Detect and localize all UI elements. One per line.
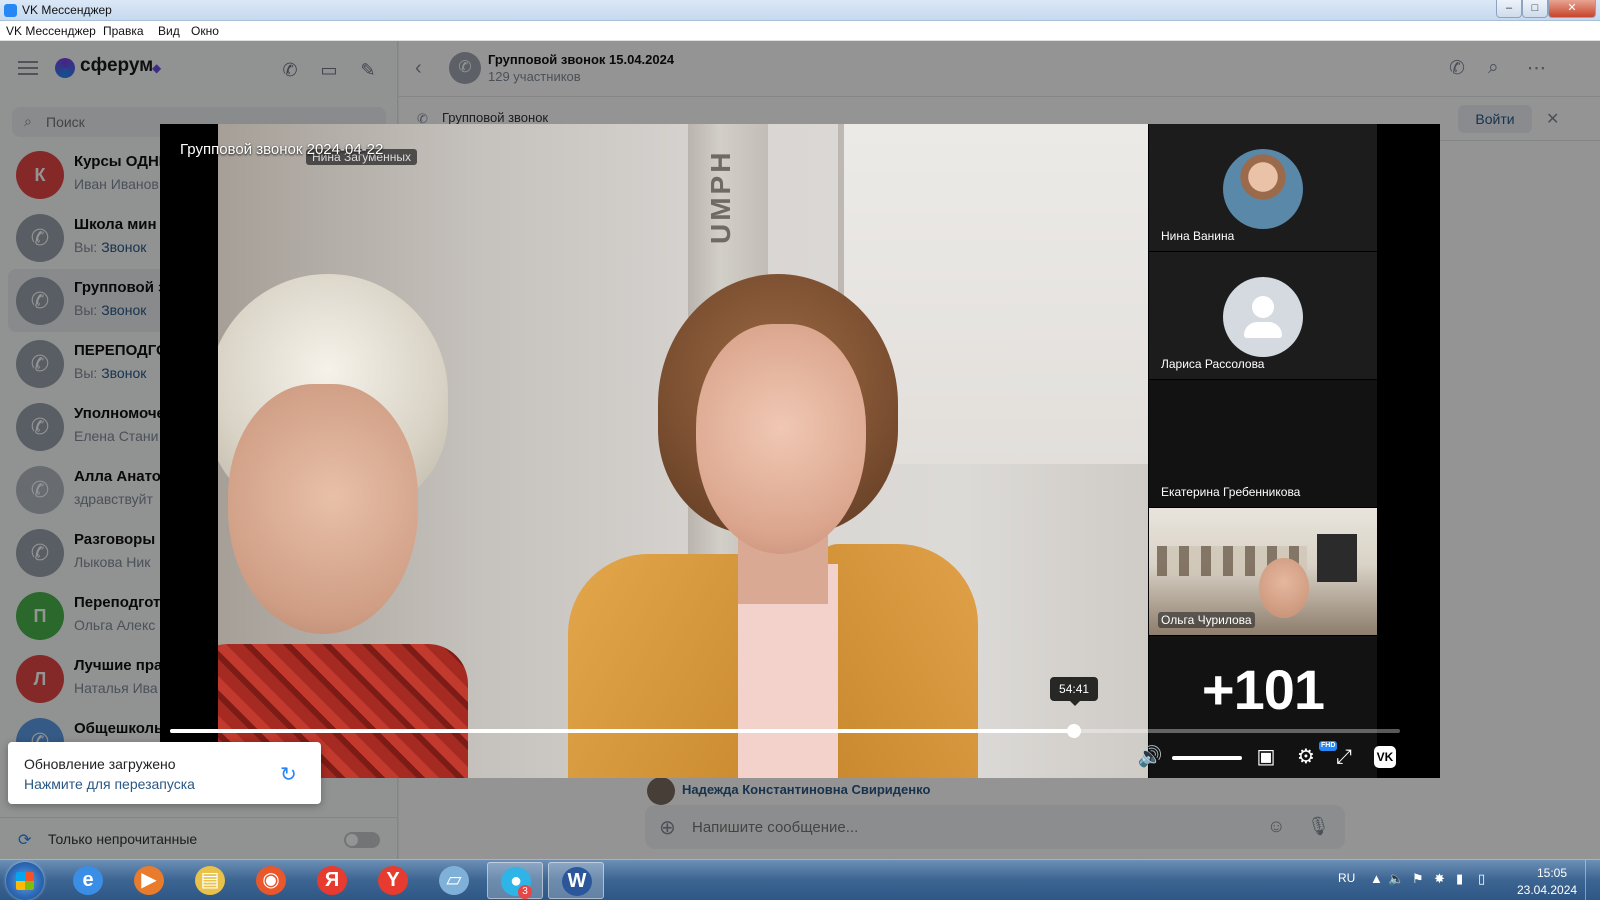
fullscreen-icon[interactable]: ⤢ [1331,744,1357,770]
participant-tile[interactable]: Екатерина Гребенникова [1149,380,1377,508]
show-desktop-button[interactable] [1585,860,1600,900]
yandex-browser-icon: Y [378,866,408,895]
update-notification: Обновление загружено Нажмите для перезап… [8,742,321,804]
vk-logo-icon[interactable]: VK [1374,746,1396,768]
media-icon: ▶ [134,866,164,895]
menu-window[interactable]: Окно [191,24,219,38]
window-title: VK Мессенджер [22,3,112,17]
subtitles-icon[interactable]: ▣ [1253,744,1279,770]
camera-person [1259,558,1309,618]
language-indicator[interactable]: RU [1338,871,1355,885]
close-button[interactable]: ✕ [1548,0,1596,18]
taskbar-app-yandex[interactable]: Я [304,862,360,899]
taskbar-app-firefox[interactable]: ◉ [243,862,299,899]
participant-tile[interactable]: Нина Ванина [1149,124,1377,252]
taskbar-app-word[interactable]: W [548,862,604,899]
network-tray-icon[interactable]: ▮ [1456,871,1463,887]
participant-tile-camera[interactable]: Ольга Чурилова [1149,508,1377,636]
update-title: Обновление загружено [24,756,176,772]
participant-tile[interactable]: Лариса Рассолова [1149,252,1377,380]
taskbar-app-media[interactable]: ▶ [121,862,177,899]
more-participants-count[interactable]: +101 [1149,657,1377,722]
default-user-icon [1223,277,1303,357]
flag-tray-icon[interactable]: ⚑ [1412,871,1424,887]
seek-handle[interactable] [1067,724,1082,738]
participant-name: Нина Ванина [1161,229,1235,243]
taskbar-app-explorer[interactable]: ▤ [182,862,238,899]
taskbar-app-messenger[interactable]: ● 3 [487,862,543,899]
reload-icon[interactable]: ↻ [280,762,297,787]
video-person-left-face [228,384,418,634]
battery-tray-icon[interactable]: ▯ [1478,871,1485,887]
menu-app[interactable]: VK Мессенджер [6,24,96,38]
windows-logo-icon [16,872,34,890]
start-button[interactable] [6,862,44,900]
windows-taskbar: e ▶ ▤ ◉ Я Y ▱ ● 3 W RU ▲ 🔈 ⚑ ✸ ▮ ▯ 15:05 23.04.20… [0,859,1600,900]
video-player: UMPH Нина Загуменных Групповой звонок 20… [160,124,1440,778]
participant-name: Екатерина Гребенникова [1161,485,1301,499]
video-person-right-jacket-side [818,544,978,778]
participant-name: Лариса Рассолова [1161,357,1265,371]
settings-gear-icon[interactable]: ⚙ [1293,744,1319,770]
explorer-icon: ▤ [195,866,225,895]
clock-date[interactable]: 23.04.2024 [1517,883,1577,897]
video-door-lettering: UMPH [705,149,736,244]
participant-avatar [1223,149,1303,229]
security-tray-icon[interactable]: ✸ [1434,871,1445,887]
ie-icon: e [73,866,103,895]
menu-edit[interactable]: Правка [103,24,144,38]
participant-name: Ольга Чурилова [1158,612,1255,628]
tray-expand-icon[interactable]: ▲ [1370,871,1383,886]
seek-bar[interactable] [170,724,1400,738]
speaker-video[interactable]: UMPH Нина Загуменных [218,124,1148,778]
word-icon: W [562,867,592,896]
notes-icon: ▱ [439,866,469,895]
video-person-right-face [696,324,866,554]
seek-time-tooltip: 54:41 [1050,677,1099,706]
recording-title: Групповой звонок 2024-04-22 [180,141,384,158]
camera-monitor [1317,534,1357,582]
maximize-button[interactable]: □ [1522,0,1548,18]
volume-icon[interactable]: 🔊 [1137,744,1163,770]
menu-bar: VK Мессенджер Правка Вид Окно [0,21,1600,41]
speaker-tray-icon[interactable]: 🔈 [1388,871,1404,887]
seek-bar-fill [170,729,1075,733]
restart-link[interactable]: Нажмите для перезапуска [24,776,195,792]
minimize-button[interactable]: – [1496,0,1522,18]
unread-badge: 3 [518,885,532,899]
firefox-icon: ◉ [256,866,286,895]
vk-app-icon [4,4,17,17]
yandex-icon: Я [317,866,347,895]
taskbar-app-notes[interactable]: ▱ [426,862,482,899]
participant-tiles: Нина Ванина Лариса Рассолова Екатерина Г… [1149,124,1377,778]
taskbar-app-ie[interactable]: e [60,862,116,899]
clock-time[interactable]: 15:05 [1529,866,1575,880]
menu-view[interactable]: Вид [158,24,180,38]
taskbar-app-yandex-browser[interactable]: Y [365,862,421,899]
window-titlebar: VK Мессенджер – □ ✕ [0,0,1600,21]
volume-slider[interactable] [1172,756,1242,760]
